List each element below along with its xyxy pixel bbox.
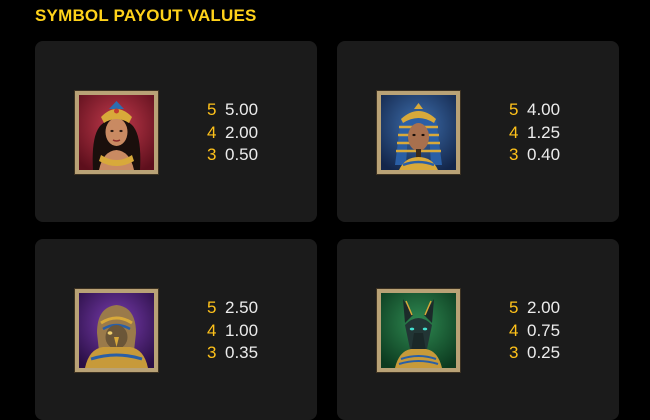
payout-value: 0.35	[225, 343, 259, 362]
payout-value: 2.00	[527, 298, 561, 317]
payout-value: 5.00	[225, 100, 259, 119]
payout-list: 5 2.00 4 0.75 3 0.25	[509, 297, 560, 365]
symbol-count: 5	[207, 298, 217, 317]
payout-row: 3 0.35	[207, 342, 258, 365]
payout-value: 2.00	[225, 122, 259, 142]
payout-row: 5 4.00	[509, 99, 560, 122]
payout-value: 1.25	[527, 122, 561, 142]
symbol-card-anubis: 5 2.00 4 0.75 3 0.25	[337, 239, 619, 420]
payout-row: 3 0.50	[207, 144, 258, 167]
payout-row: 5 2.50	[207, 297, 258, 320]
anubis-jackal-icon	[377, 289, 460, 372]
page-title: SYMBOL PAYOUT VALUES	[35, 6, 257, 25]
payout-value: 0.25	[527, 343, 561, 362]
symbol-count: 4	[509, 122, 519, 142]
payout-list: 5 2.50 4 1.00 3 0.35	[207, 297, 258, 365]
symbol-count: 3	[509, 343, 519, 362]
pharaoh-icon	[377, 91, 460, 174]
symbol-count: 4	[509, 320, 519, 340]
payout-row: 4 2.00	[207, 122, 258, 145]
cleopatra-queen-icon	[75, 91, 158, 174]
payout-row: 5 2.00	[509, 297, 560, 320]
symbol-count: 4	[207, 320, 217, 340]
payout-row: 4 1.00	[207, 320, 258, 343]
payout-row: 3 0.25	[509, 342, 560, 365]
payout-value: 0.75	[527, 320, 561, 340]
payout-row: 4 0.75	[509, 320, 560, 343]
symbol-card-pharaoh: 5 4.00 4 1.25 3 0.40	[337, 41, 619, 222]
symbol-count: 3	[509, 145, 519, 164]
symbol-card-cleopatra: 5 5.00 4 2.00 3 0.50	[35, 41, 317, 222]
horus-falcon-icon	[75, 289, 158, 372]
payout-value: 4.00	[527, 100, 561, 119]
symbol-count: 3	[207, 145, 217, 164]
payout-value: 0.40	[527, 145, 561, 164]
symbol-count: 5	[509, 298, 519, 317]
payout-value: 0.50	[225, 145, 259, 164]
payout-list: 5 4.00 4 1.25 3 0.40	[509, 99, 560, 167]
symbol-count: 3	[207, 343, 217, 362]
payout-row: 3 0.40	[509, 144, 560, 167]
payout-value: 1.00	[225, 320, 259, 340]
payout-row: 5 5.00	[207, 99, 258, 122]
payout-row: 4 1.25	[509, 122, 560, 145]
symbol-count: 4	[207, 122, 217, 142]
symbol-count: 5	[207, 100, 217, 119]
payout-value: 2.50	[225, 298, 259, 317]
symbol-card-horus: 5 2.50 4 1.00 3 0.35	[35, 239, 317, 420]
payout-list: 5 5.00 4 2.00 3 0.50	[207, 99, 258, 167]
symbol-count: 5	[509, 100, 519, 119]
